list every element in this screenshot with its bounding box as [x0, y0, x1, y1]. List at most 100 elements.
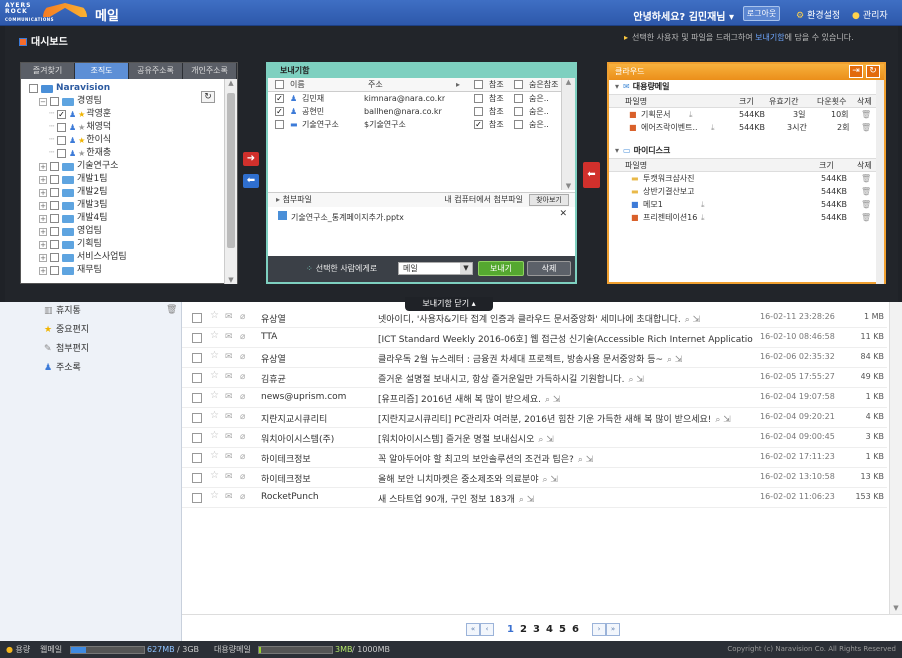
cloud-file-row[interactable]: ■ 기획문서 ⤓ 544KB 3일 10회 🗑: [609, 108, 884, 121]
star-icon[interactable]: ☆: [210, 470, 219, 481]
move-to-cloud-arrow-icon[interactable]: ⬅: [583, 162, 600, 188]
recipient-row[interactable]: ♟ 김민재 kimnara@nara.co.kr 참조 숨은..: [268, 92, 563, 105]
tree-checkbox[interactable]: [50, 240, 59, 249]
tree-checkbox[interactable]: [50, 201, 59, 210]
tree-checkbox[interactable]: [57, 123, 66, 132]
delete-icon[interactable]: 🗑: [861, 121, 871, 134]
tree-item-person[interactable]: ┄ ♟ ★ 채영덕: [29, 121, 237, 134]
expand-icon[interactable]: +: [39, 201, 47, 210]
company-logo[interactable]: AYERS ROCK COMMUNICATIONS: [5, 3, 87, 22]
mail-subject[interactable]: 넷아이디, '사용자&기타 접계 인증과 클라우드 문서중앙화' 세미나에 초대…: [378, 312, 753, 325]
tree-checkbox[interactable]: [50, 227, 59, 236]
mail-subject[interactable]: 클라우독 2월 뉴스레터 : 금융권 차세대 프로젝트, 방송사용 문서중앙화 …: [378, 352, 753, 365]
sidebar-item-person[interactable]: ♟ 주소록: [44, 361, 81, 375]
tree-checkbox[interactable]: [57, 110, 66, 119]
tree-checkbox[interactable]: [50, 253, 59, 262]
preview-icon[interactable]: ⌕ ⇲: [715, 415, 730, 425]
preview-icon[interactable]: ⌕ ⇲: [545, 395, 560, 405]
logout-button[interactable]: 로그아웃: [743, 6, 780, 21]
preview-icon[interactable]: ⌕ ⇲: [685, 315, 700, 325]
prev-page-icon[interactable]: ‹: [480, 623, 494, 636]
hidden-ref-all-checkbox[interactable]: [514, 80, 523, 89]
move-right-arrow-icon[interactable]: ➜: [243, 152, 259, 166]
page-6[interactable]: 6: [572, 624, 579, 635]
sidebar-item-star[interactable]: ★ 중요편지: [44, 323, 89, 337]
expand-icon[interactable]: +: [39, 175, 47, 184]
refresh-icon[interactable]: ↻: [201, 91, 215, 103]
mail-subject[interactable]: 새 스타트업 90개, 구인 정보 183개 ⌕ ⇲: [378, 492, 753, 505]
org-tab-3[interactable]: 개인주소록: [183, 63, 237, 79]
mail-sender[interactable]: 지란지교시큐리티: [261, 412, 371, 425]
delete-icon[interactable]: 🗑: [861, 185, 871, 198]
expand-icon[interactable]: ▾: [615, 82, 619, 91]
star-icon[interactable]: ☆: [210, 310, 219, 321]
scroll-down-icon[interactable]: ▼: [225, 276, 237, 284]
mail-sender[interactable]: news@uprism.com: [261, 392, 371, 402]
delete-icon[interactable]: 🗑: [861, 198, 871, 211]
mail-sender[interactable]: RocketPunch: [261, 492, 371, 502]
mail-sender[interactable]: 유상열: [261, 312, 371, 325]
expand-icon[interactable]: +: [39, 162, 47, 171]
hidden-ref-checkbox[interactable]: [514, 107, 523, 116]
hidden-ref-checkbox[interactable]: [514, 120, 523, 129]
download-icon[interactable]: ⤓: [711, 121, 715, 134]
org-tab-1[interactable]: 조직도: [75, 63, 129, 79]
tree-checkbox[interactable]: [50, 175, 59, 184]
org-tab-0[interactable]: 즐겨찾기: [21, 63, 75, 79]
tree-item-person[interactable]: ┄ ♟ ★ 한이식: [29, 134, 237, 147]
tree-item-folder[interactable]: + 기술연구소: [29, 160, 237, 173]
mail-checkbox[interactable]: [192, 313, 202, 323]
tree-item-folder[interactable]: + 개발2팀: [29, 186, 237, 199]
cloud-file-row[interactable]: ■ 메모1 ⤓ 544KB 🗑: [609, 198, 884, 211]
hint-sendbox-link[interactable]: 보내기함: [755, 33, 784, 42]
download-icon[interactable]: ⤓: [701, 198, 705, 211]
mail-list-scrollbar[interactable]: ▼: [889, 302, 902, 614]
ref-checkbox[interactable]: [474, 94, 483, 103]
recipient-checkbox[interactable]: [275, 107, 284, 116]
recipient-checkbox[interactable]: [275, 120, 284, 129]
preview-icon[interactable]: ⌕ ⇲: [667, 355, 682, 365]
mail-checkbox[interactable]: [192, 353, 202, 363]
mail-row[interactable]: ☆ ✉ ⌀ 김휴균 즐거운 설명절 보내시고, 항상 즐거운일만 가득하시길 기원합니다…: [182, 368, 887, 388]
mail-subject[interactable]: [유프리즘] 2016년 새해 복 많이 받으세요. ⌕ ⇲: [378, 392, 753, 405]
cloud-file-row[interactable]: ■ 에어즈락이벤트.. ⤓ 544KB 3시간 2회 🗑: [609, 121, 884, 134]
tree-checkbox[interactable]: [50, 266, 59, 275]
tree-item-folder[interactable]: + 개발1팀: [29, 173, 237, 186]
mail-sender[interactable]: 김휴균: [261, 372, 371, 385]
mail-sender[interactable]: 워치아이시스템(주): [261, 432, 371, 445]
mail-checkbox[interactable]: [192, 373, 202, 383]
star-icon[interactable]: ☆: [210, 330, 219, 341]
preview-icon[interactable]: ⌕ ⇲: [543, 475, 558, 485]
expand-icon[interactable]: +: [39, 266, 47, 275]
mail-row[interactable]: ☆ ✉ ⌀ 유상열 넷아이디, '사용자&기타 접계 인증과 클라우드 문서중앙화' 세…: [182, 308, 887, 328]
preview-icon[interactable]: ⌕ ⇲: [578, 455, 593, 465]
download-icon[interactable]: ⤓: [701, 211, 705, 224]
org-tab-2[interactable]: 공유주소록: [129, 63, 183, 79]
sidebar-item-trash[interactable]: ▥ 휴지통: [44, 304, 81, 318]
settings-link[interactable]: ⚙ 환경설정: [796, 8, 840, 21]
org-tree-scrollbar[interactable]: ▲ ▼: [224, 79, 237, 284]
scroll-down-icon[interactable]: ▼: [562, 182, 575, 190]
star-icon[interactable]: ★: [78, 134, 85, 147]
move-left-arrow-icon[interactable]: ⬅: [243, 174, 259, 188]
scrollbar-thumb[interactable]: [227, 93, 235, 248]
mail-subject[interactable]: [워치아이시스템] 즐거운 명절 보내십시오 ⌕ ⇲: [378, 432, 753, 445]
ref-checkbox[interactable]: [474, 107, 483, 116]
mail-sender[interactable]: 하이테크정보: [261, 452, 371, 465]
scroll-down-icon[interactable]: ▼: [890, 604, 902, 612]
star-icon[interactable]: ☆: [210, 490, 219, 501]
star-icon[interactable]: ☆: [210, 450, 219, 461]
star-icon[interactable]: ★: [78, 121, 85, 134]
expand-icon[interactable]: ▾: [615, 146, 619, 155]
star-icon[interactable]: ☆: [210, 390, 219, 401]
cloud-scrollbar[interactable]: [876, 80, 884, 284]
star-icon[interactable]: ☆: [210, 350, 219, 361]
preview-icon[interactable]: ⌕ ⇲: [628, 375, 643, 385]
tree-item-folder[interactable]: + 재무팀: [29, 264, 237, 277]
export-icon[interactable]: ⇥: [849, 65, 863, 78]
mail-sender[interactable]: 유상열: [261, 352, 371, 365]
tree-checkbox[interactable]: [50, 162, 59, 171]
page-1[interactable]: 1: [507, 624, 514, 635]
cloud-section-title[interactable]: ▾ ✉ 대용량메일: [609, 80, 884, 94]
send-type-select[interactable]: 메일 ▼: [398, 262, 473, 275]
